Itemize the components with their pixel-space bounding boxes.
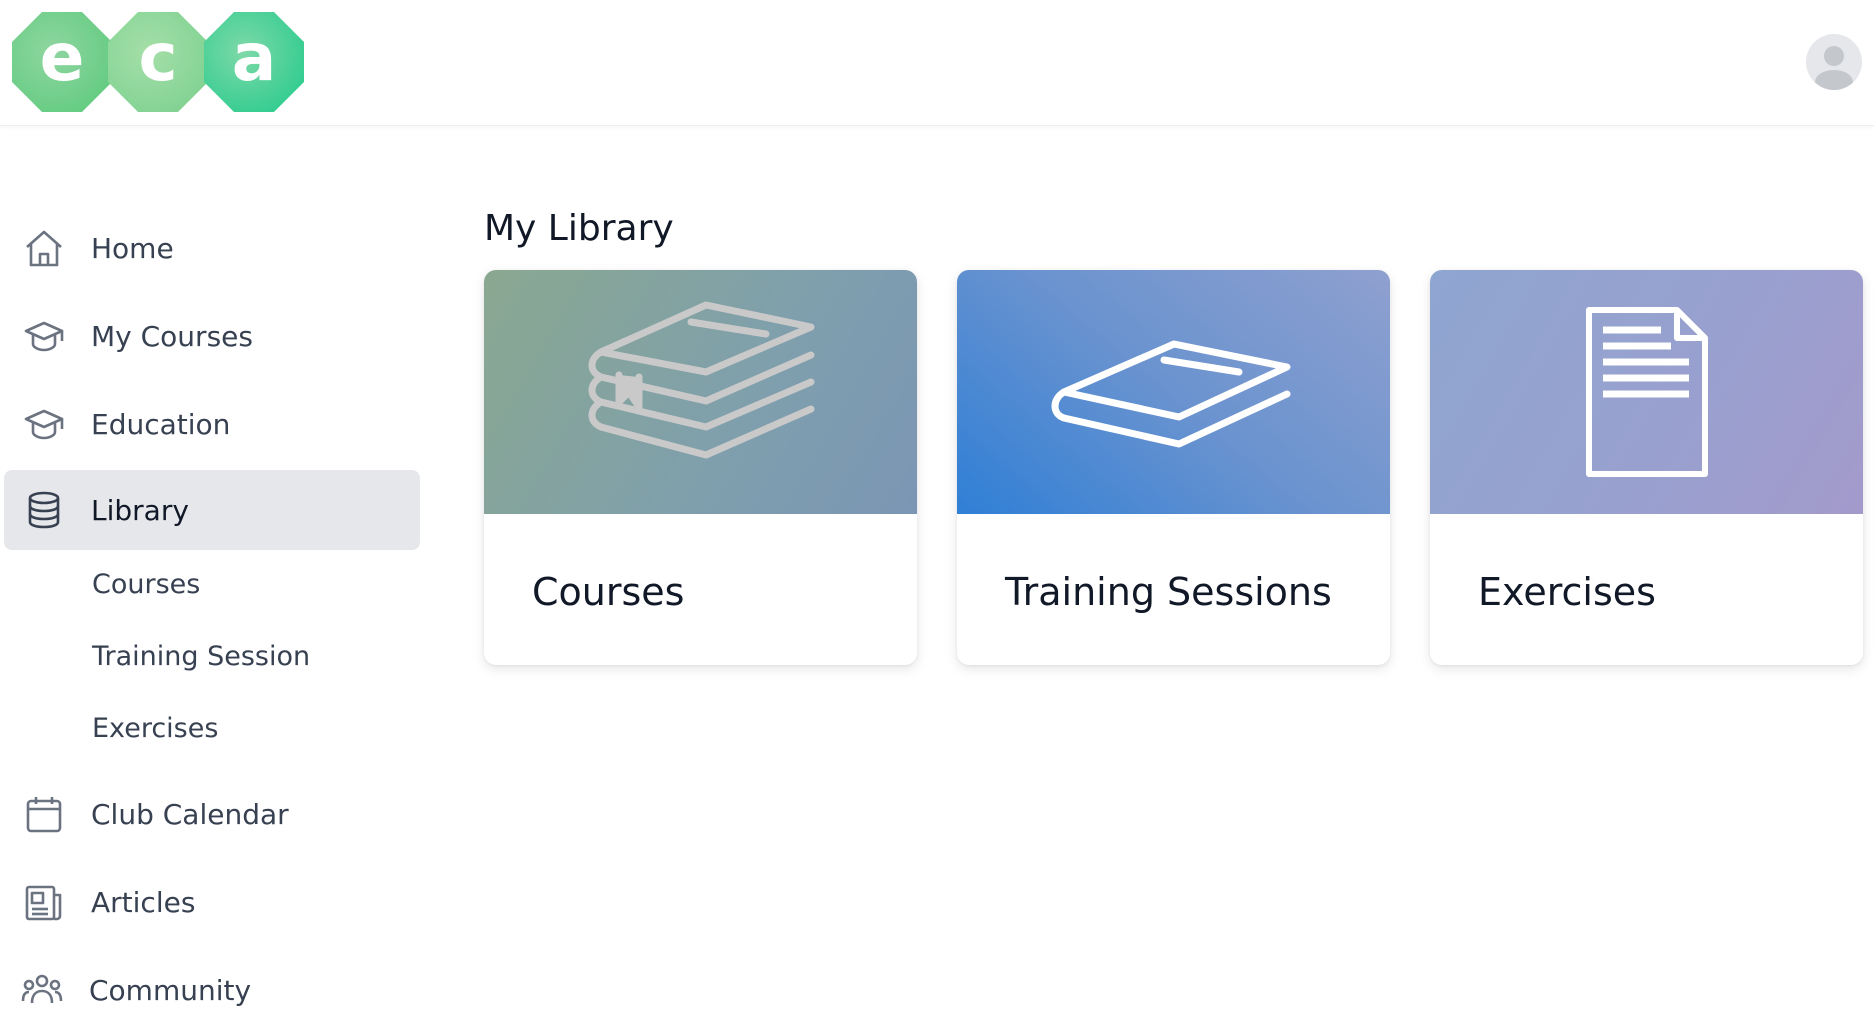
sidebar-item-label: Home xyxy=(91,231,174,265)
card-banner xyxy=(957,270,1390,514)
sidebar-item-library[interactable]: Library xyxy=(4,470,420,550)
books-stack-icon xyxy=(588,301,814,459)
sidebar-subitem-exercises[interactable]: Exercises xyxy=(92,713,218,744)
users-icon xyxy=(20,968,64,1012)
sidebar-item-community[interactable]: Community xyxy=(4,950,420,1020)
graduation-cap-icon xyxy=(22,314,66,358)
newspaper-icon xyxy=(22,880,66,924)
sidebar-item-label: Club Calendar xyxy=(91,797,289,831)
sidebar: Home My Courses Education Library Course… xyxy=(0,126,430,1020)
card-title: Training Sessions xyxy=(1005,570,1332,614)
sidebar-item-label: My Courses xyxy=(91,319,253,353)
sidebar-item-label: Library xyxy=(91,493,189,527)
sidebar-item-home[interactable]: Home xyxy=(4,208,420,288)
graduation-cap-icon xyxy=(22,402,66,446)
sidebar-item-label: Education xyxy=(91,407,231,441)
library-card-training-sessions[interactable]: Training Sessions xyxy=(957,270,1390,665)
library-card-exercises[interactable]: Exercises xyxy=(1430,270,1863,665)
card-title: Exercises xyxy=(1478,570,1656,614)
logo-letter-a: a xyxy=(204,12,304,112)
logo-letter-c: c xyxy=(108,12,208,112)
sidebar-item-my-courses[interactable]: My Courses xyxy=(4,296,420,376)
eca-logo[interactable]: e c a xyxy=(12,12,304,112)
book-icon xyxy=(1051,340,1290,448)
sidebar-subitem-courses[interactable]: Courses xyxy=(92,569,200,600)
card-banner xyxy=(1430,270,1863,514)
database-icon xyxy=(22,488,66,532)
sidebar-subitem-training-session[interactable]: Training Session xyxy=(92,641,310,672)
card-banner xyxy=(484,270,917,514)
page-title: My Library xyxy=(484,208,674,249)
library-card-courses[interactable]: Courses xyxy=(484,270,917,665)
calendar-icon xyxy=(22,792,66,836)
sidebar-item-education[interactable]: Education xyxy=(4,384,420,464)
card-title: Courses xyxy=(532,570,685,614)
document-icon xyxy=(1585,307,1708,477)
sidebar-item-label: Community xyxy=(89,973,252,1007)
top-bar: e c a xyxy=(0,0,1874,126)
home-icon xyxy=(22,226,66,270)
sidebar-item-label: Articles xyxy=(91,885,196,919)
user-avatar-icon[interactable] xyxy=(1806,34,1862,90)
sidebar-item-club-calendar[interactable]: Club Calendar xyxy=(4,774,420,854)
logo-letter-e: e xyxy=(12,12,112,112)
sidebar-item-articles[interactable]: Articles xyxy=(4,862,420,942)
